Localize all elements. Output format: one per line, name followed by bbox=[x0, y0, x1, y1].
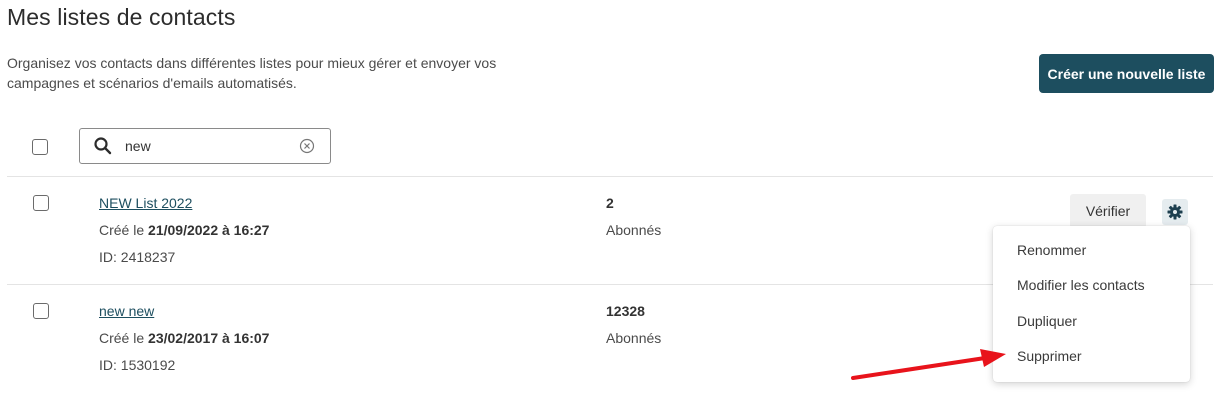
menu-item-delete[interactable]: Supprimer bbox=[1017, 348, 1082, 364]
list-name-link[interactable]: new new bbox=[99, 303, 154, 319]
subscriber-count: 12328 bbox=[606, 303, 645, 319]
subscriber-count: 2 bbox=[606, 195, 614, 211]
settings-dropdown-menu: Renommer Modifier les contacts Dupliquer… bbox=[993, 226, 1190, 382]
page-description: Organisez vos contacts dans différentes … bbox=[7, 55, 497, 91]
search-icon bbox=[94, 137, 112, 155]
create-list-button[interactable]: Créer une nouvelle liste bbox=[1039, 54, 1214, 93]
page-title: Mes listes de contacts bbox=[7, 4, 236, 30]
subscriber-label: Abonnés bbox=[606, 330, 662, 346]
created-datetime: 23/02/2017 à 16:07 bbox=[148, 330, 270, 346]
row-checkbox[interactable] bbox=[33, 303, 49, 319]
list-id: ID: 1530192 bbox=[99, 357, 176, 373]
created-prefix: Créé le bbox=[99, 330, 149, 346]
menu-item-edit-contacts[interactable]: Modifier les contacts bbox=[1017, 277, 1145, 293]
created-datetime: 21/09/2022 à 16:27 bbox=[148, 222, 270, 238]
row-checkbox[interactable] bbox=[33, 195, 49, 211]
gear-icon bbox=[1167, 204, 1183, 220]
search-value[interactable]: new bbox=[125, 138, 151, 154]
created-prefix: Créé le bbox=[99, 222, 149, 238]
created-date: Créé le 23/02/2017 à 16:07 bbox=[99, 330, 269, 346]
search-input[interactable]: new bbox=[79, 128, 331, 164]
select-all-checkbox[interactable] bbox=[32, 139, 48, 155]
annotation-arrow bbox=[851, 349, 1006, 380]
menu-item-rename[interactable]: Renommer bbox=[1017, 242, 1086, 258]
list-id: ID: 2418237 bbox=[99, 249, 176, 265]
list-name-link[interactable]: NEW List 2022 bbox=[99, 195, 192, 211]
created-date: Créé le 21/09/2022 à 16:27 bbox=[99, 222, 269, 238]
subscriber-label: Abonnés bbox=[606, 222, 662, 238]
clear-icon[interactable] bbox=[299, 138, 315, 154]
menu-item-duplicate[interactable]: Dupliquer bbox=[1017, 313, 1077, 329]
verify-button[interactable]: Vérifier bbox=[1070, 194, 1146, 228]
settings-button[interactable] bbox=[1162, 199, 1188, 225]
